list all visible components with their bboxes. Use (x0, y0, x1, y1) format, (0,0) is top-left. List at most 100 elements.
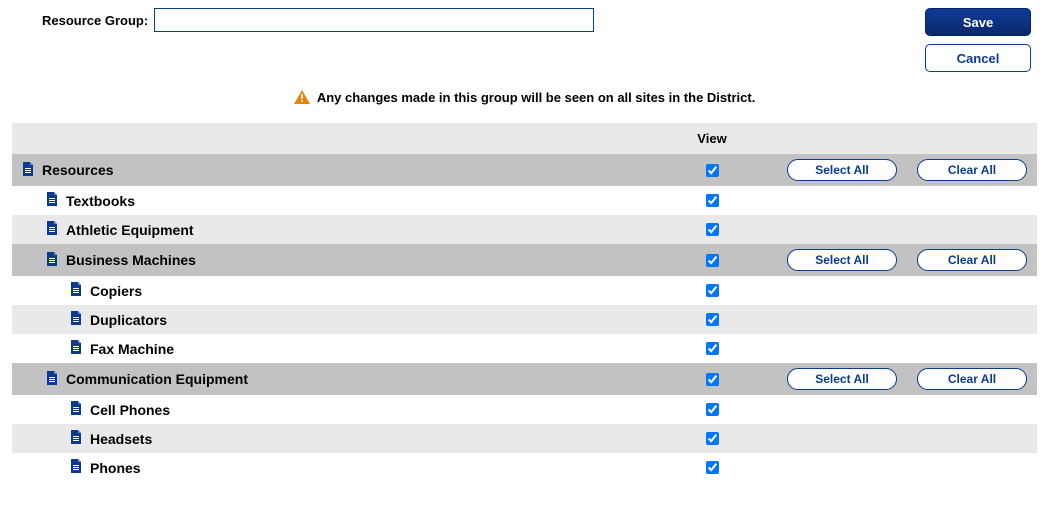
row-view-cell (647, 424, 777, 453)
select-all-button[interactable]: Select All (787, 249, 897, 271)
table-row: Textbooks (12, 186, 1037, 215)
table-header-row: View (12, 123, 1037, 154)
row-view-cell (647, 305, 777, 334)
row-label: Resources (42, 162, 114, 178)
view-checkbox[interactable] (706, 313, 719, 326)
view-checkbox[interactable] (706, 223, 719, 236)
row-clear-cell: Clear All (907, 154, 1037, 186)
row-name-cell: Communication Equipment (12, 363, 647, 395)
row-select-cell (777, 186, 907, 215)
document-icon (44, 370, 60, 389)
view-checkbox[interactable] (706, 461, 719, 474)
table-row: Headsets (12, 424, 1037, 453)
cancel-button[interactable]: Cancel (925, 44, 1031, 72)
view-checkbox[interactable] (706, 432, 719, 445)
col-clear (907, 123, 1037, 154)
action-buttons: Save Cancel (925, 8, 1037, 72)
row-select-cell (777, 424, 907, 453)
row-label: Copiers (90, 283, 142, 299)
view-checkbox[interactable] (706, 164, 719, 177)
row-name-cell: Athletic Equipment (12, 215, 647, 244)
row-view-cell (647, 186, 777, 215)
row-name-cell: Business Machines (12, 244, 647, 276)
row-name-cell: Phones (12, 453, 647, 482)
view-checkbox[interactable] (706, 194, 719, 207)
table-row: Duplicators (12, 305, 1037, 334)
row-clear-cell (907, 305, 1037, 334)
col-name (12, 123, 647, 154)
table-row: Phones (12, 453, 1037, 482)
table-row: Copiers (12, 276, 1037, 305)
select-all-button[interactable]: Select All (787, 368, 897, 390)
row-select-cell: Select All (777, 363, 907, 395)
resource-table-wrap: View Resources Select All Clear All Textboo… (0, 123, 1049, 482)
document-icon (44, 191, 60, 210)
row-name-cell: Copiers (12, 276, 647, 305)
select-all-button[interactable]: Select All (787, 159, 897, 181)
row-label: Cell Phones (90, 402, 170, 418)
row-name-cell: Headsets (12, 424, 647, 453)
row-view-cell (647, 215, 777, 244)
view-checkbox[interactable] (706, 403, 719, 416)
warning-text: Any changes made in this group will be s… (317, 90, 755, 105)
resource-group-input[interactable] (154, 8, 594, 32)
document-icon (68, 429, 84, 448)
document-icon (68, 310, 84, 329)
resource-group-field: Resource Group: (42, 8, 594, 32)
row-clear-cell (907, 276, 1037, 305)
row-name-cell: Cell Phones (12, 395, 647, 424)
row-clear-cell (907, 215, 1037, 244)
row-clear-cell (907, 334, 1037, 363)
row-clear-cell: Clear All (907, 244, 1037, 276)
row-select-cell: Select All (777, 244, 907, 276)
row-label: Fax Machine (90, 341, 174, 357)
row-select-cell (777, 215, 907, 244)
row-label: Textbooks (66, 193, 135, 209)
view-checkbox[interactable] (706, 342, 719, 355)
row-clear-cell (907, 186, 1037, 215)
row-label: Athletic Equipment (66, 222, 194, 238)
row-select-cell (777, 276, 907, 305)
row-view-cell (647, 244, 777, 276)
row-name-cell: Resources (12, 154, 647, 186)
clear-all-button[interactable]: Clear All (917, 159, 1027, 181)
document-icon (68, 339, 84, 358)
view-checkbox[interactable] (706, 284, 719, 297)
document-icon (68, 281, 84, 300)
row-select-cell (777, 305, 907, 334)
table-row: Communication Equipment Select All Clear A… (12, 363, 1037, 395)
resource-table: View Resources Select All Clear All Textboo… (12, 123, 1037, 482)
document-icon (20, 161, 36, 180)
row-clear-cell (907, 453, 1037, 482)
clear-all-button[interactable]: Clear All (917, 249, 1027, 271)
col-select (777, 123, 907, 154)
save-button[interactable]: Save (925, 8, 1031, 36)
table-row: Cell Phones (12, 395, 1037, 424)
document-icon (44, 251, 60, 270)
document-icon (68, 458, 84, 477)
resource-group-label: Resource Group: (42, 13, 148, 28)
view-checkbox[interactable] (706, 254, 719, 267)
table-row: Fax Machine (12, 334, 1037, 363)
row-select-cell (777, 334, 907, 363)
header-row: Resource Group: Save Cancel (0, 0, 1049, 72)
row-label: Communication Equipment (66, 371, 248, 387)
warning-row: Any changes made in this group will be s… (0, 72, 1049, 123)
document-icon (68, 400, 84, 419)
col-view: View (647, 123, 777, 154)
row-view-cell (647, 276, 777, 305)
clear-all-button[interactable]: Clear All (917, 368, 1027, 390)
row-name-cell: Fax Machine (12, 334, 647, 363)
table-row: Athletic Equipment (12, 215, 1037, 244)
row-clear-cell (907, 424, 1037, 453)
row-label: Duplicators (90, 312, 167, 328)
row-clear-cell (907, 395, 1037, 424)
view-checkbox[interactable] (706, 373, 719, 386)
table-row: Business Machines Select All Clear All (12, 244, 1037, 276)
row-name-cell: Duplicators (12, 305, 647, 334)
row-label: Business Machines (66, 252, 196, 268)
row-select-cell: Select All (777, 154, 907, 186)
row-name-cell: Textbooks (12, 186, 647, 215)
table-row: Resources Select All Clear All (12, 154, 1037, 186)
row-view-cell (647, 363, 777, 395)
